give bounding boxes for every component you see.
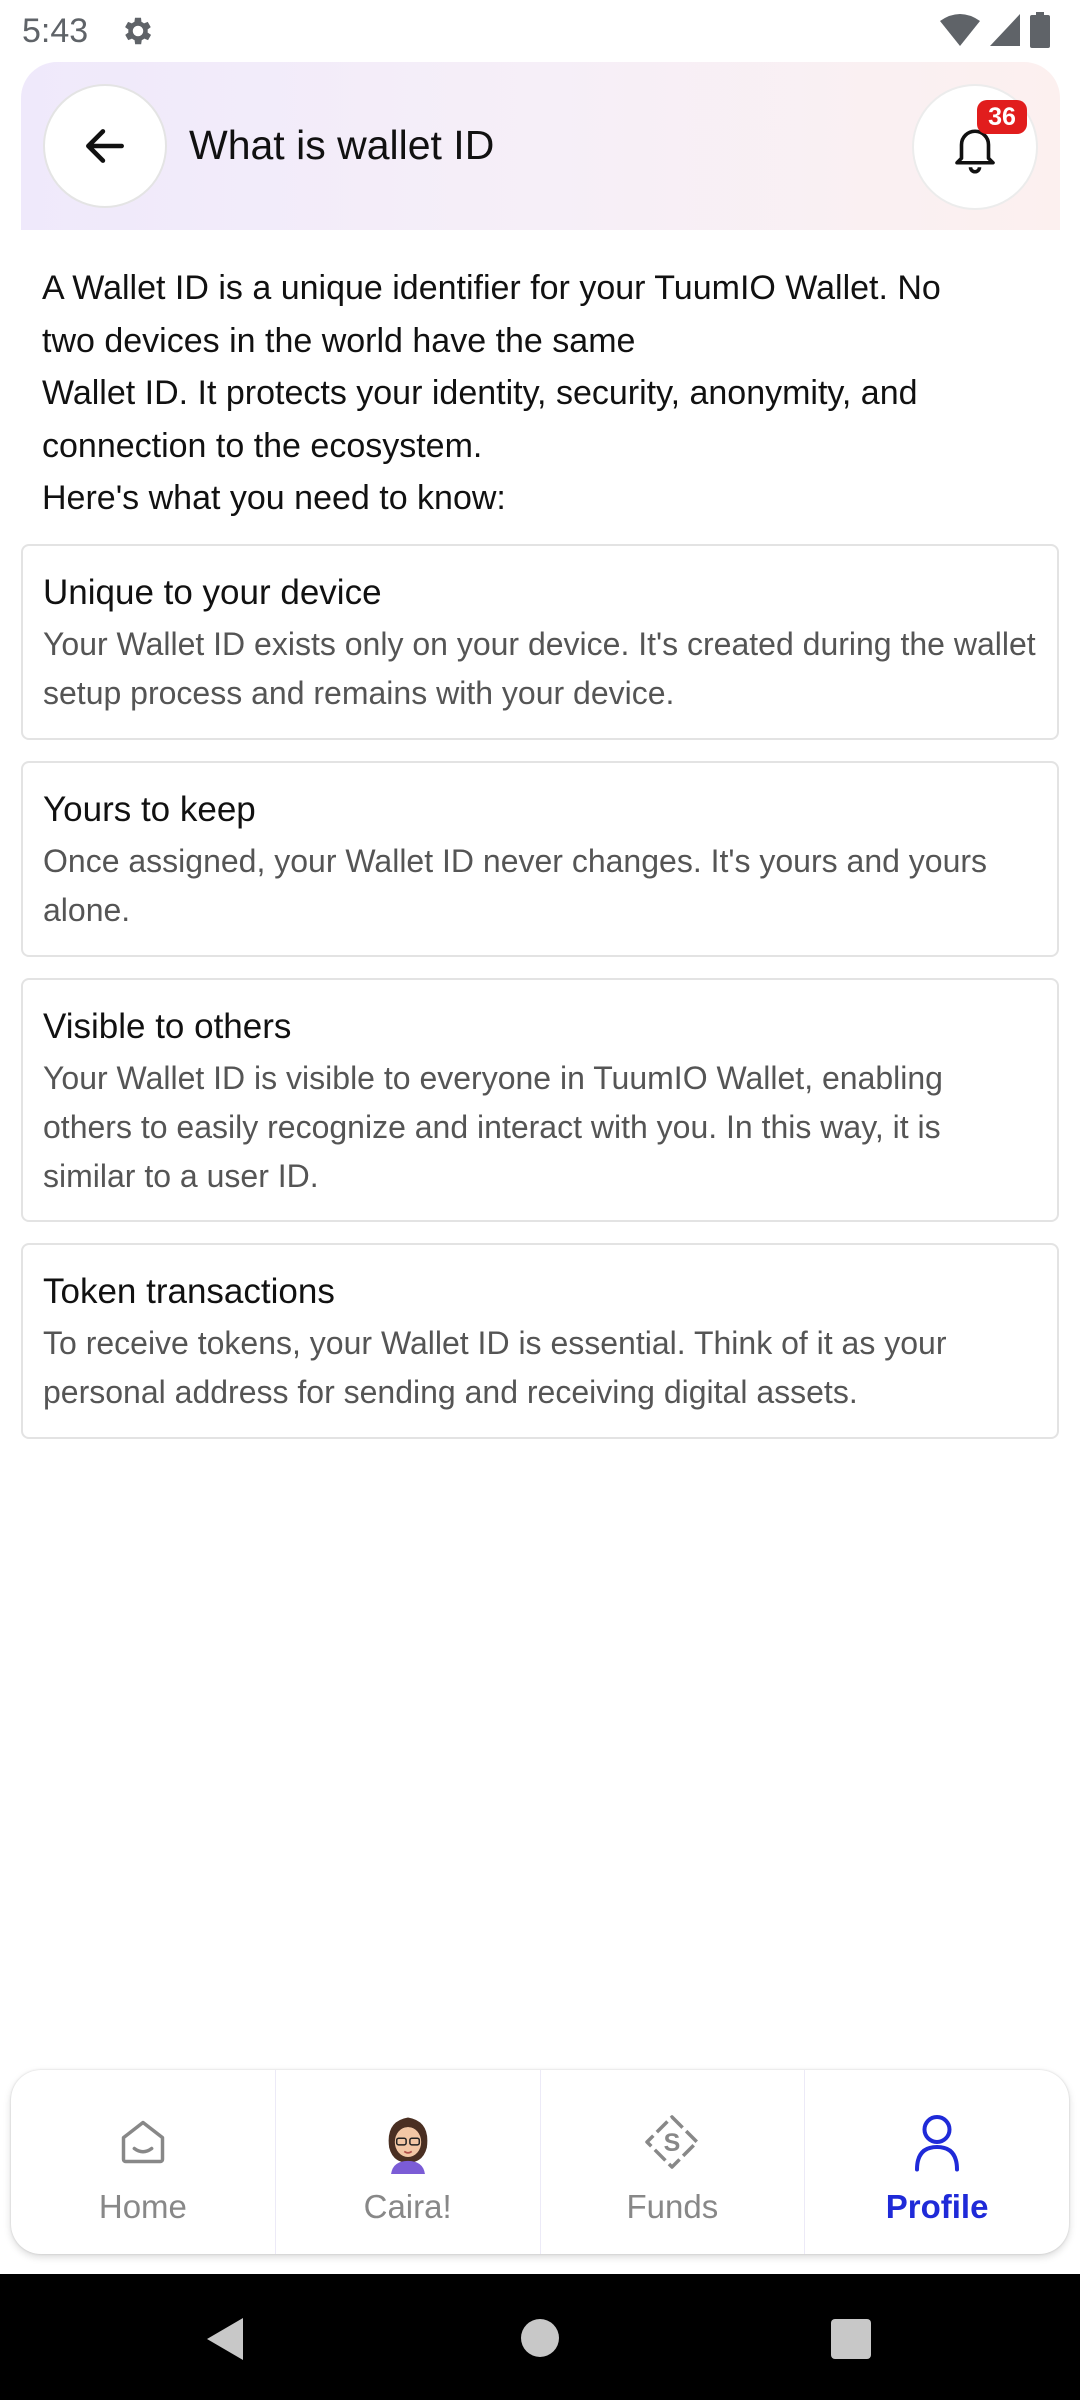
system-recents-button[interactable] [831,2319,871,2359]
status-bar: 5:43 [0,0,1080,62]
nav-item-home[interactable]: Home [11,2070,276,2254]
notification-badge: 36 [977,100,1027,134]
info-card-visible: Visible to others Your Wallet ID is visi… [21,978,1059,1222]
info-card-token: Token transactions To receive tokens, yo… [21,1243,1059,1439]
back-button[interactable] [43,84,167,208]
nav-label: Home [98,2188,187,2225]
nav-item-funds[interactable]: S Funds [541,2070,806,2254]
card-title: Unique to your device [43,573,382,612]
nav-label: Funds [626,2188,719,2225]
card-text: Once assigned, your Wallet ID never chan… [43,843,988,928]
card-text: To receive tokens, your Wallet ID is ess… [43,1325,947,1410]
profile-icon [915,2115,960,2172]
status-time: 5:43 [22,12,89,50]
app-header: What is wallet ID 36 [21,62,1060,230]
bottom-nav: Home Caira! S Funds Profile [11,2070,1069,2254]
nav-item-caira[interactable]: Caira! [276,2070,541,2254]
funds-icon: S [645,2115,700,2169]
svg-text:S: S [664,2129,681,2157]
info-card-unique: Unique to your device Your Wallet ID exi… [21,544,1059,740]
intro-line: connection to the ecosystem. [42,426,483,465]
avatar-icon [388,2117,427,2174]
nav-label: Profile [885,2188,989,2225]
card-title: Visible to others [43,1007,292,1046]
intro-line: Wallet ID. It protects your identity, se… [42,374,918,412]
card-title: Yours to keep [43,790,256,829]
system-home-button[interactable] [521,2319,559,2357]
page-title: What is wallet ID [189,122,495,168]
home-icon [121,2120,165,2164]
nav-item-profile[interactable]: Profile [805,2070,1069,2254]
intro-line: A Wallet ID is a unique identifier for y… [42,269,941,307]
card-text: Your Wallet ID is visible to everyone in… [43,1060,943,1194]
battery-icon [1030,12,1050,48]
nav-label: Caira! [363,2188,452,2225]
intro-line: Here's what you need to know: [42,479,506,517]
signal-icon [990,14,1020,46]
info-card-keep: Yours to keep Once assigned, your Wallet… [21,761,1059,957]
wifi-icon [940,14,980,46]
notifications-button[interactable]: 36 [912,84,1038,210]
card-title: Token transactions [43,1272,335,1311]
gear-icon [125,17,152,45]
card-text: Your Wallet ID exists only on your devic… [43,626,1036,711]
system-nav-bar [0,2274,1080,2400]
intro-text: A Wallet ID is a unique identifier for y… [42,262,1042,525]
arrow-left-icon [86,129,124,163]
intro-line: two devices in the world have the same [42,321,636,360]
system-back-icon[interactable] [205,2316,245,2362]
